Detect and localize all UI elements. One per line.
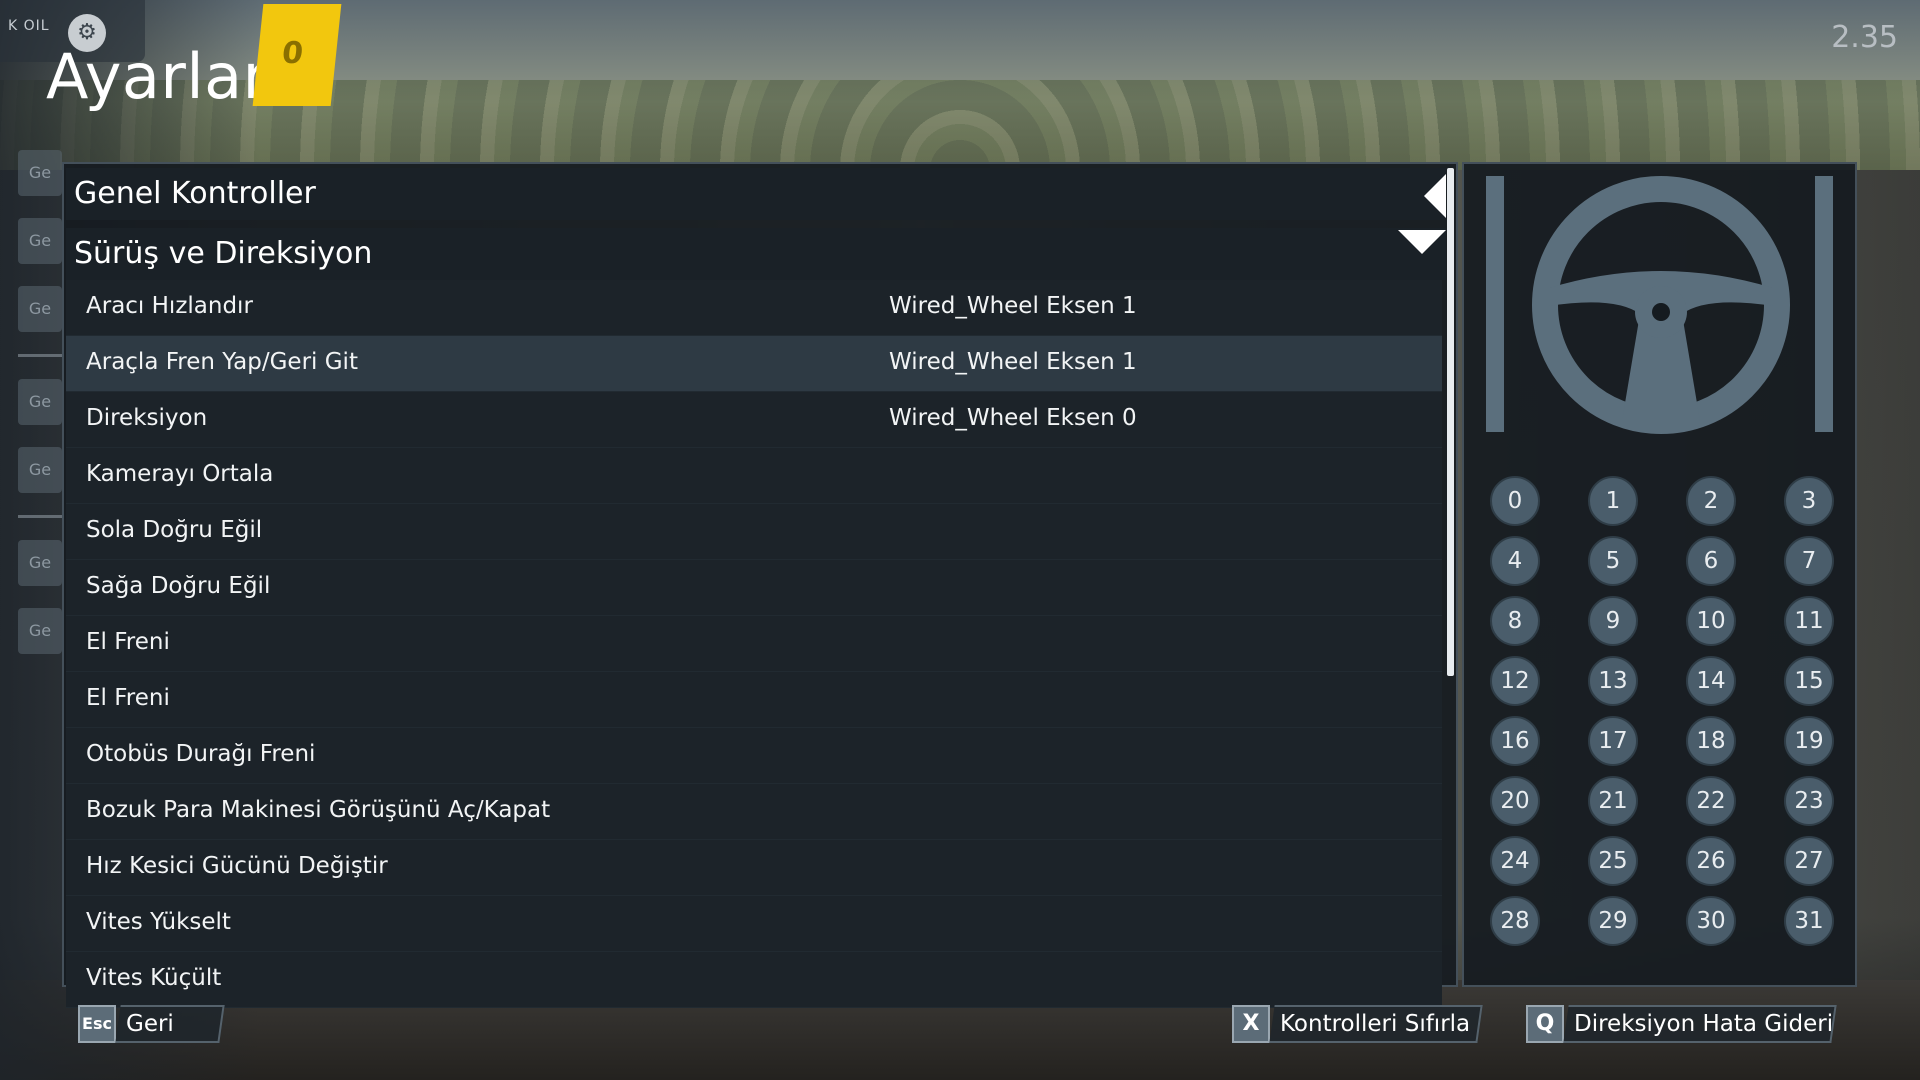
control-row[interactable]: El Freni [66, 616, 1442, 672]
control-name: Aracı Hızlandır [86, 293, 253, 319]
wheel-panel: 0 1 2 3 4 5 6 7 8 9 10 11 12 13 14 15 16 17 18 19 20 21 22 23 24… [1462, 162, 1857, 987]
side-tab-1[interactable]: Ge [18, 150, 62, 196]
control-row[interactable]: El Freni [66, 672, 1442, 728]
side-tab-3[interactable]: Ge [18, 286, 62, 332]
side-tab-4[interactable]: Ge [18, 379, 62, 425]
pedal-left-icon [1486, 176, 1504, 432]
wheel-button[interactable]: 1 [1588, 476, 1638, 526]
control-name: Bozuk Para Makinesi Görüşünü Aç/Kapat [86, 797, 551, 823]
control-row[interactable]: Direksiyon Wired_Wheel Eksen 0 [66, 392, 1442, 448]
wheel-button[interactable]: 12 [1490, 656, 1540, 706]
wheel-button[interactable]: 26 [1686, 836, 1736, 886]
esc-key-icon: Esc [78, 1005, 116, 1043]
control-binding[interactable]: Wired_Wheel Eksen 0 [889, 405, 1137, 431]
expand-arrow-icon[interactable] [1398, 230, 1446, 254]
control-name: Sola Doğru Eğil [86, 517, 263, 543]
wheel-button[interactable]: 14 [1686, 656, 1736, 706]
control-row[interactable]: Hız Kesici Gücünü Değiştir [66, 840, 1442, 896]
debug-label-text: Direksiyon Hata Gideric [1574, 1011, 1837, 1037]
control-row[interactable]: Vites Küçült [66, 952, 1442, 1008]
control-row[interactable]: Araçla Fren Yap/Geri Git Wired_Wheel Ekse… [66, 336, 1442, 392]
q-key-icon: Q [1526, 1005, 1564, 1043]
wheel-button[interactable]: 21 [1588, 776, 1638, 826]
wheel-button[interactable]: 22 [1686, 776, 1736, 826]
debug-label: Direksiyon Hata Gideric [1563, 1005, 1837, 1043]
side-tab-5[interactable]: Ge [18, 447, 62, 493]
control-name: Otobüs Durağı Freni [86, 741, 316, 767]
wheel-button[interactable]: 27 [1784, 836, 1834, 886]
wheel-button[interactable]: 4 [1490, 536, 1540, 586]
badge-text: K OIL [8, 18, 50, 34]
wheel-button[interactable]: 3 [1784, 476, 1834, 526]
back-label: Geri [115, 1005, 225, 1043]
control-row[interactable]: Vites Yükselt [66, 896, 1442, 952]
yellow-tag-text: 0 [280, 36, 305, 71]
section-general-label: Genel Kontroller [74, 176, 316, 211]
wheel-button[interactable]: 2 [1686, 476, 1736, 526]
side-divider [18, 354, 62, 357]
yellow-tag: 0 [252, 4, 342, 106]
side-tab-6[interactable]: Ge [18, 540, 62, 586]
reset-label: Kontrolleri Sıfırla [1269, 1005, 1483, 1043]
control-name: Direksiyon [86, 405, 208, 431]
control-binding[interactable]: Wired_Wheel Eksen 1 [889, 293, 1137, 319]
wheel-button[interactable]: 0 [1490, 476, 1540, 526]
wheel-button[interactable]: 5 [1588, 536, 1638, 586]
side-divider [18, 515, 62, 518]
control-binding[interactable]: Wired_Wheel Eksen 1 [889, 349, 1137, 375]
page-title: Ayarlar [46, 40, 269, 113]
scrollbar[interactable] [1447, 168, 1454, 676]
control-name: Araçla Fren Yap/Geri Git [86, 349, 358, 375]
section-general-controls[interactable]: Genel Kontroller [66, 168, 1446, 220]
side-tab-2[interactable]: Ge [18, 218, 62, 264]
control-row[interactable]: Kamerayı Ortala [66, 448, 1442, 504]
wheel-button[interactable]: 13 [1588, 656, 1638, 706]
control-name: Hız Kesici Gücünü Değiştir [86, 853, 388, 879]
control-row[interactable]: Sola Doğru Eğil [66, 504, 1442, 560]
wheel-button[interactable]: 7 [1784, 536, 1834, 586]
side-tabs: Ge Ge Ge Ge Ge Ge Ge [18, 150, 62, 676]
wheel-button[interactable]: 29 [1588, 896, 1638, 946]
steering-wheel-icon [1532, 176, 1790, 434]
wheel-button[interactable]: 16 [1490, 716, 1540, 766]
wheel-button[interactable]: 11 [1784, 596, 1834, 646]
wheel-button[interactable]: 6 [1686, 536, 1736, 586]
control-row[interactable]: Otobüs Durağı Freni [66, 728, 1442, 784]
wheel-button[interactable]: 31 [1784, 896, 1834, 946]
wheel-button[interactable]: 10 [1686, 596, 1736, 646]
reset-label-text: Kontrolleri Sıfırla [1280, 1011, 1471, 1037]
control-name: El Freni [86, 685, 170, 711]
wheel-button[interactable]: 20 [1490, 776, 1540, 826]
control-row[interactable]: Sağa Doğru Eğil [66, 560, 1442, 616]
control-name: El Freni [86, 629, 170, 655]
pedal-right-icon [1815, 176, 1833, 432]
version-label: 2.35 [1831, 20, 1898, 55]
section-driving-steering[interactable]: Sürüş ve Direksiyon [66, 228, 1446, 280]
wheel-button[interactable]: 17 [1588, 716, 1638, 766]
side-tab-7[interactable]: Ge [18, 608, 62, 654]
wheel-button[interactable]: 23 [1784, 776, 1834, 826]
wheel-button[interactable]: 30 [1686, 896, 1736, 946]
x-key-icon: X [1232, 1005, 1270, 1043]
wheel-button[interactable]: 15 [1784, 656, 1834, 706]
control-rows: Aracı Hızlandır Wired_Wheel Eksen 1 Araçla… [66, 280, 1442, 1008]
control-name: Sağa Doğru Eğil [86, 573, 271, 599]
control-row[interactable]: Aracı Hızlandır Wired_Wheel Eksen 1 [66, 280, 1442, 336]
wheel-button[interactable]: 24 [1490, 836, 1540, 886]
control-name: Vites Yükselt [86, 909, 231, 935]
wheel-button[interactable]: 25 [1588, 836, 1638, 886]
wheel-button[interactable]: 8 [1490, 596, 1540, 646]
collapse-arrow-icon[interactable] [1424, 174, 1446, 218]
back-label-text: Geri [126, 1011, 174, 1037]
wheel-button[interactable]: 18 [1686, 716, 1736, 766]
control-row[interactable]: Bozuk Para Makinesi Görüşünü Aç/Kapat [66, 784, 1442, 840]
section-driving-label: Sürüş ve Direksiyon [74, 236, 373, 271]
wheel-button[interactable]: 9 [1588, 596, 1638, 646]
wheel-button[interactable]: 19 [1784, 716, 1834, 766]
wheel-button[interactable]: 28 [1490, 896, 1540, 946]
control-name: Kamerayı Ortala [86, 461, 274, 487]
controls-panel: Genel Kontroller Sürüş ve Direksiyon Ara… [62, 162, 1458, 1008]
control-name: Vites Küçült [86, 965, 222, 991]
